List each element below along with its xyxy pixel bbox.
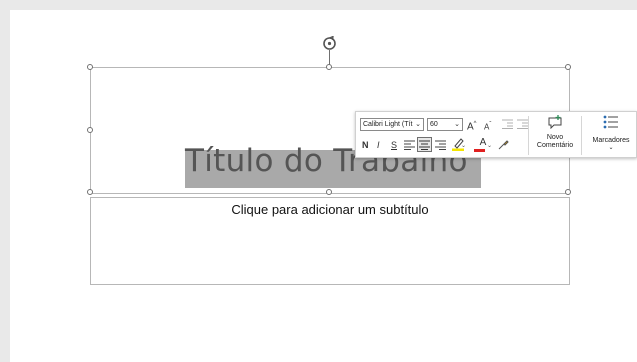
font-size-value: 60	[430, 121, 438, 128]
rotate-icon[interactable]	[322, 36, 337, 51]
bullets-button[interactable]: Marcadores ⌄	[586, 115, 636, 157]
resize-handle-bottom-right[interactable]	[565, 189, 571, 195]
dropdown-arrow-icon: ⌄	[487, 143, 493, 149]
align-center-icon	[419, 140, 430, 150]
dropdown-arrow-icon: ⌄	[454, 121, 460, 128]
font-color-swatch	[474, 149, 485, 152]
dropdown-arrow-icon: ⌄	[608, 145, 614, 151]
resize-handle-top-right[interactable]	[565, 64, 571, 70]
dropdown-arrow-icon: ⌄	[461, 143, 467, 149]
toolbar-separator	[528, 116, 529, 155]
new-comment-button[interactable]: Novo Comentário	[532, 115, 578, 157]
font-size-select[interactable]: 60 ⌄	[427, 118, 463, 131]
format-painter-icon[interactable]	[497, 139, 509, 151]
new-comment-label-1: Novo	[546, 134, 564, 141]
underline-button[interactable]: S	[391, 139, 397, 151]
decrease-indent-icon[interactable]	[502, 119, 513, 129]
font-color-icon: A	[479, 137, 487, 148]
italic-button[interactable]: I	[377, 139, 380, 151]
bullets-icon	[603, 115, 618, 129]
font-name-select[interactable]: Calibri Light (Tít ⌄	[360, 118, 424, 131]
highlight-button[interactable]: ⌄	[449, 137, 467, 152]
font-color-button[interactable]: A ⌄	[474, 137, 492, 152]
new-comment-label-2: Comentário	[536, 142, 574, 149]
mini-toolbar: Calibri Light (Tít ⌄ 60 ⌄ A^ Aˇ N I S ⌄ …	[355, 111, 637, 158]
new-comment-icon	[548, 115, 562, 130]
increase-indent-icon[interactable]	[517, 119, 528, 129]
resize-handle-left[interactable]	[87, 127, 93, 133]
grow-font-button[interactable]: A^	[467, 118, 477, 133]
resize-handle-top[interactable]	[326, 64, 332, 70]
shrink-font-button[interactable]: Aˇ	[484, 119, 491, 134]
align-right-icon[interactable]	[435, 140, 446, 150]
bold-button[interactable]: N	[362, 139, 369, 151]
slide-subtitle[interactable]: Clique para adicionar um subtítulo	[90, 202, 570, 217]
resize-handle-bottom[interactable]	[326, 189, 332, 195]
align-left-icon[interactable]	[404, 140, 415, 150]
toolbar-separator	[581, 116, 582, 155]
align-center-button[interactable]	[417, 137, 432, 152]
resize-handle-top-left[interactable]	[87, 64, 93, 70]
font-name-value: Calibri Light (Tít	[363, 121, 413, 128]
dropdown-arrow-icon: ⌄	[415, 121, 421, 128]
resize-handle-bottom-left[interactable]	[87, 189, 93, 195]
